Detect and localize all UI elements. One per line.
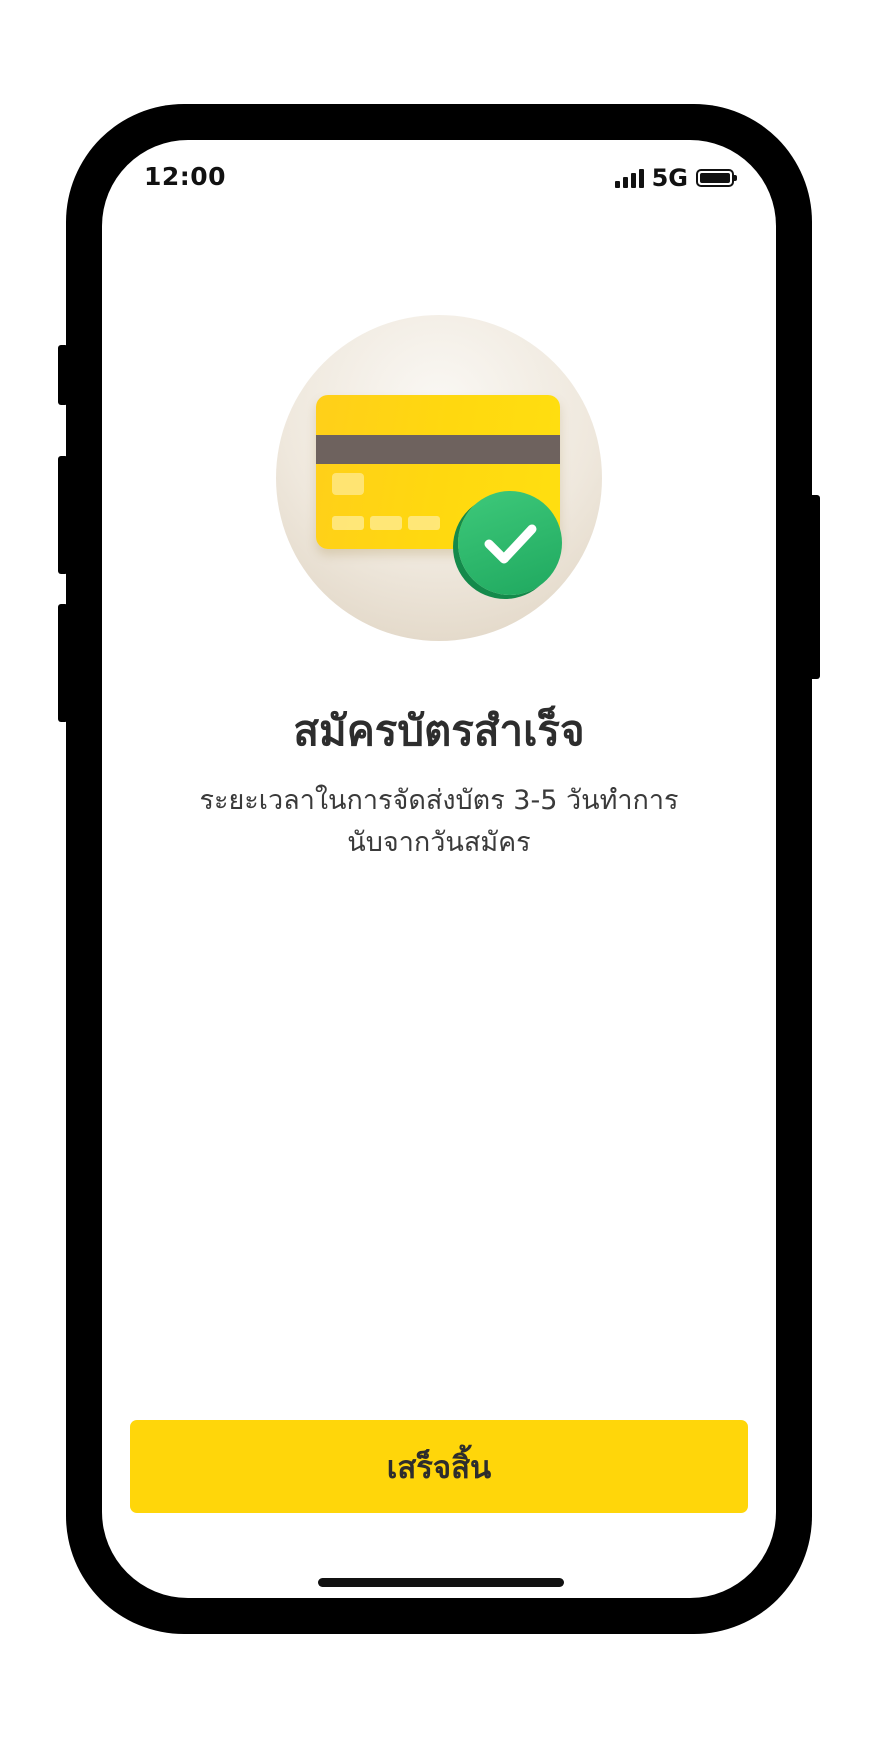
success-title: สมัครบัตรสำเร็จ [293,706,585,755]
card-number-block [370,516,402,530]
status-indicators: 5G [614,164,737,192]
device-frame: 12:00 5G สมัครบัตรสำเร็จ ระยะเวลาในการจั… [0,0,880,1740]
checkmark-circle-icon [458,491,562,595]
card-number-block [408,516,440,530]
card-magnetic-stripe [316,435,560,464]
signal-bars-icon [614,168,644,188]
phone-body: 12:00 5G สมัครบัตรสำเร็จ ระยะเวลาในการจั… [66,104,812,1634]
success-illustration [276,315,602,641]
done-button[interactable]: เสร็จสิ้น [130,1420,748,1513]
delivery-info-line1: ระยะเวลาในการจัดส่งบัตร 3-5 วันทำการ [199,785,679,816]
network-type: 5G [651,164,688,192]
card-chip [332,473,364,495]
card-number-block [332,516,364,530]
home-indicator[interactable] [318,1578,564,1587]
app-screen: 12:00 5G สมัครบัตรสำเร็จ ระยะเวลาในการจั… [102,140,776,1598]
delivery-info-line2: นับจากวันสมัคร [347,827,531,858]
status-time: 12:00 [144,162,227,191]
battery-full-icon [696,169,737,187]
